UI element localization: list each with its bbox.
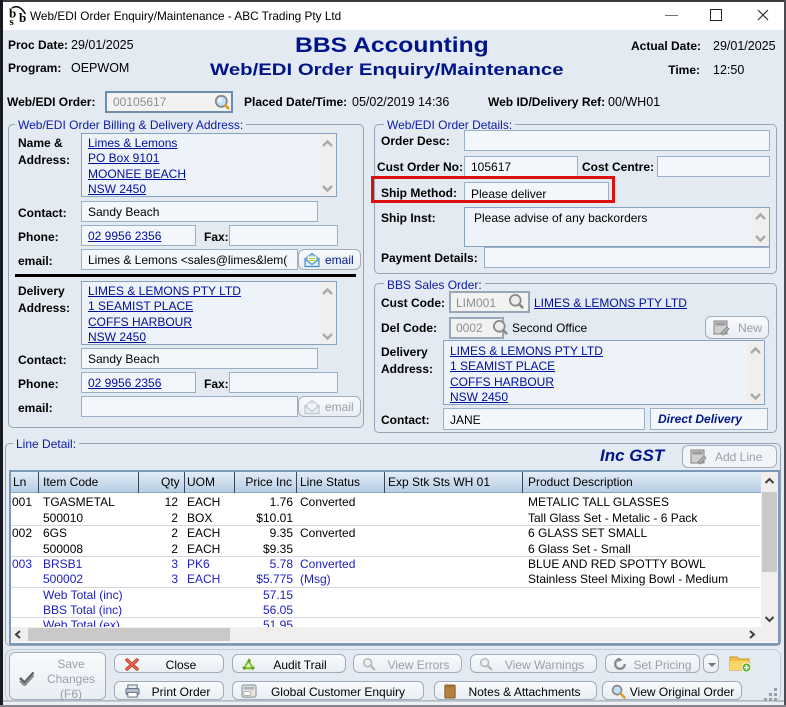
svg-text:s: s (10, 16, 15, 28)
